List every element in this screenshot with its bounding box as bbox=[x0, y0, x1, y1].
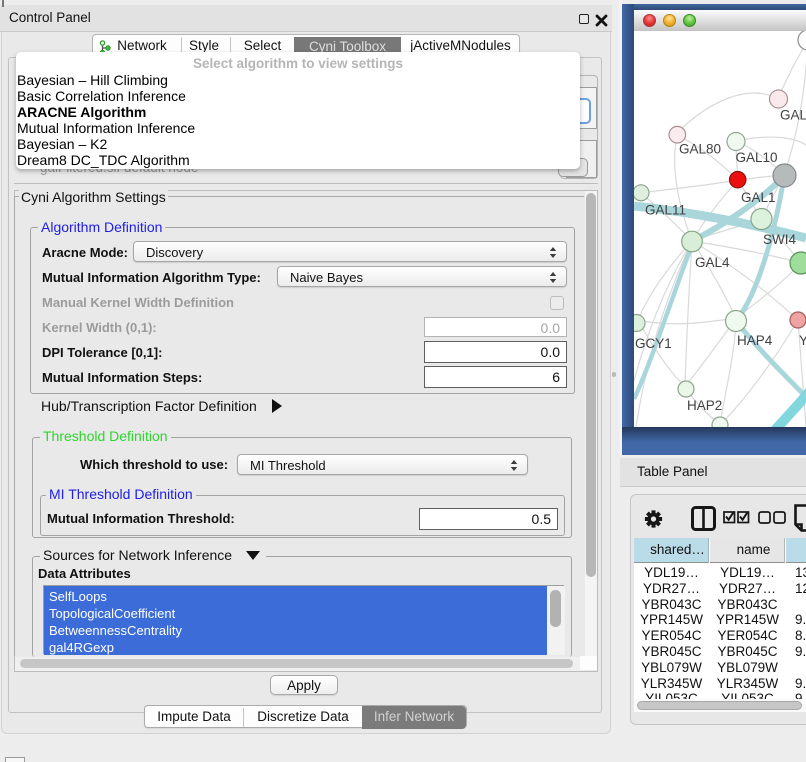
svg-text:SWI4: SWI4 bbox=[763, 232, 796, 247]
svg-text:HAP2: HAP2 bbox=[687, 398, 722, 413]
svg-text:HAP4: HAP4 bbox=[737, 333, 773, 348]
svg-text:GAL4: GAL4 bbox=[695, 255, 730, 270]
svg-text:Y: Y bbox=[799, 333, 806, 348]
svg-text:GAL10: GAL10 bbox=[736, 150, 778, 165]
svg-text:GAL2: GAL2 bbox=[780, 108, 806, 123]
svg-text:GCY1: GCY1 bbox=[635, 336, 672, 351]
svg-text:GAL80: GAL80 bbox=[679, 142, 721, 157]
svg-text:GAL1: GAL1 bbox=[741, 190, 776, 205]
svg-text:GAL11: GAL11 bbox=[645, 203, 686, 218]
